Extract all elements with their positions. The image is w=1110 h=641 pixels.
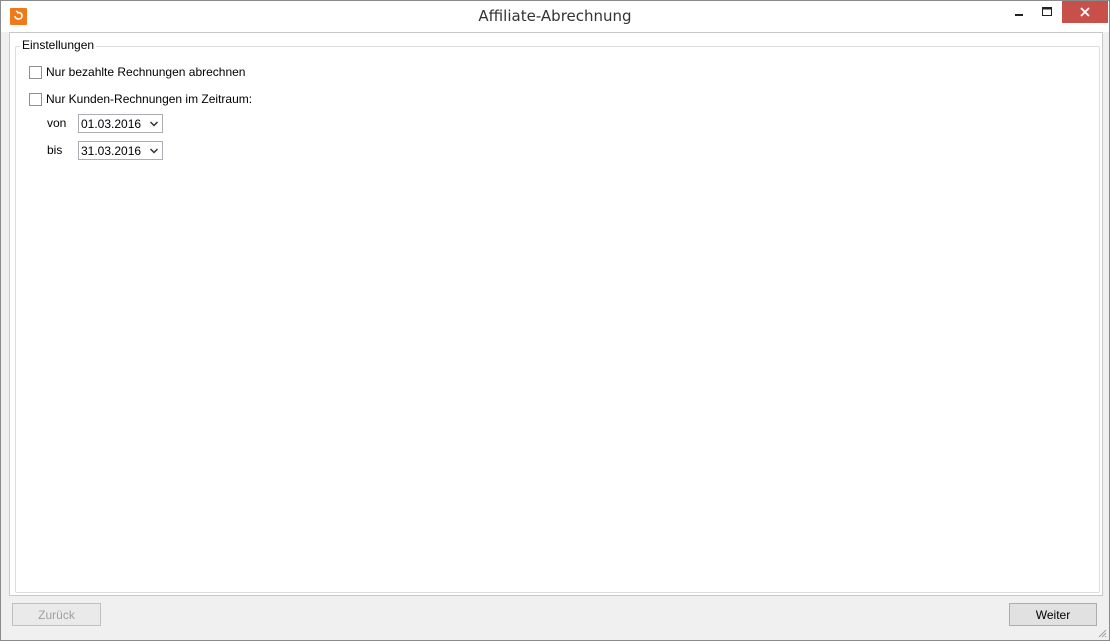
chevron-down-icon[interactable] — [149, 146, 159, 156]
period-only-option[interactable]: Nur Kunden-Rechnungen im Zeitraum: — [29, 91, 252, 107]
to-date-picker[interactable]: 31.03.2016 — [78, 140, 163, 160]
next-button[interactable]: Weiter — [1009, 603, 1097, 626]
maximize-button[interactable] — [1033, 1, 1061, 23]
to-date-label: bis — [47, 143, 63, 157]
from-date-picker[interactable]: 01.03.2016 — [78, 113, 163, 133]
from-date-row: von 01.03.2016 — [47, 113, 163, 133]
settings-groupbox — [15, 46, 1100, 593]
settings-group-label: Einstellungen — [20, 38, 97, 52]
paid-only-label[interactable]: Nur bezahlte Rechnungen abrechnen — [46, 65, 245, 79]
maximize-icon — [1042, 7, 1052, 16]
to-date-row: bis 31.03.2016 — [47, 140, 163, 160]
from-date-label: von — [47, 116, 67, 130]
chevron-down-icon[interactable] — [149, 119, 159, 129]
period-only-checkbox[interactable] — [29, 92, 42, 106]
content-area: Einstellungen Nur bezahlte Rechnungen ab… — [9, 32, 1103, 596]
dialog-window: Affiliate-Abrechnung Einstellungen Nur b… — [0, 0, 1110, 641]
period-only-label[interactable]: Nur Kunden-Rechnungen im Zeitraum: — [46, 92, 252, 106]
close-button[interactable] — [1062, 1, 1108, 23]
paid-only-checkbox[interactable] — [29, 65, 42, 79]
from-date-value[interactable]: 01.03.2016 — [81, 117, 141, 131]
back-button[interactable]: Zurück — [12, 603, 101, 626]
minimize-icon — [1015, 14, 1023, 16]
window-title: Affiliate-Abrechnung — [478, 7, 632, 25]
close-icon — [1080, 7, 1090, 17]
paid-only-option[interactable]: Nur bezahlte Rechnungen abrechnen — [29, 64, 245, 80]
minimize-button[interactable] — [1005, 1, 1033, 23]
title-bar[interactable]: Affiliate-Abrechnung — [1, 1, 1109, 32]
resize-grip-icon[interactable] — [1097, 628, 1107, 638]
to-date-value[interactable]: 31.03.2016 — [81, 144, 141, 158]
